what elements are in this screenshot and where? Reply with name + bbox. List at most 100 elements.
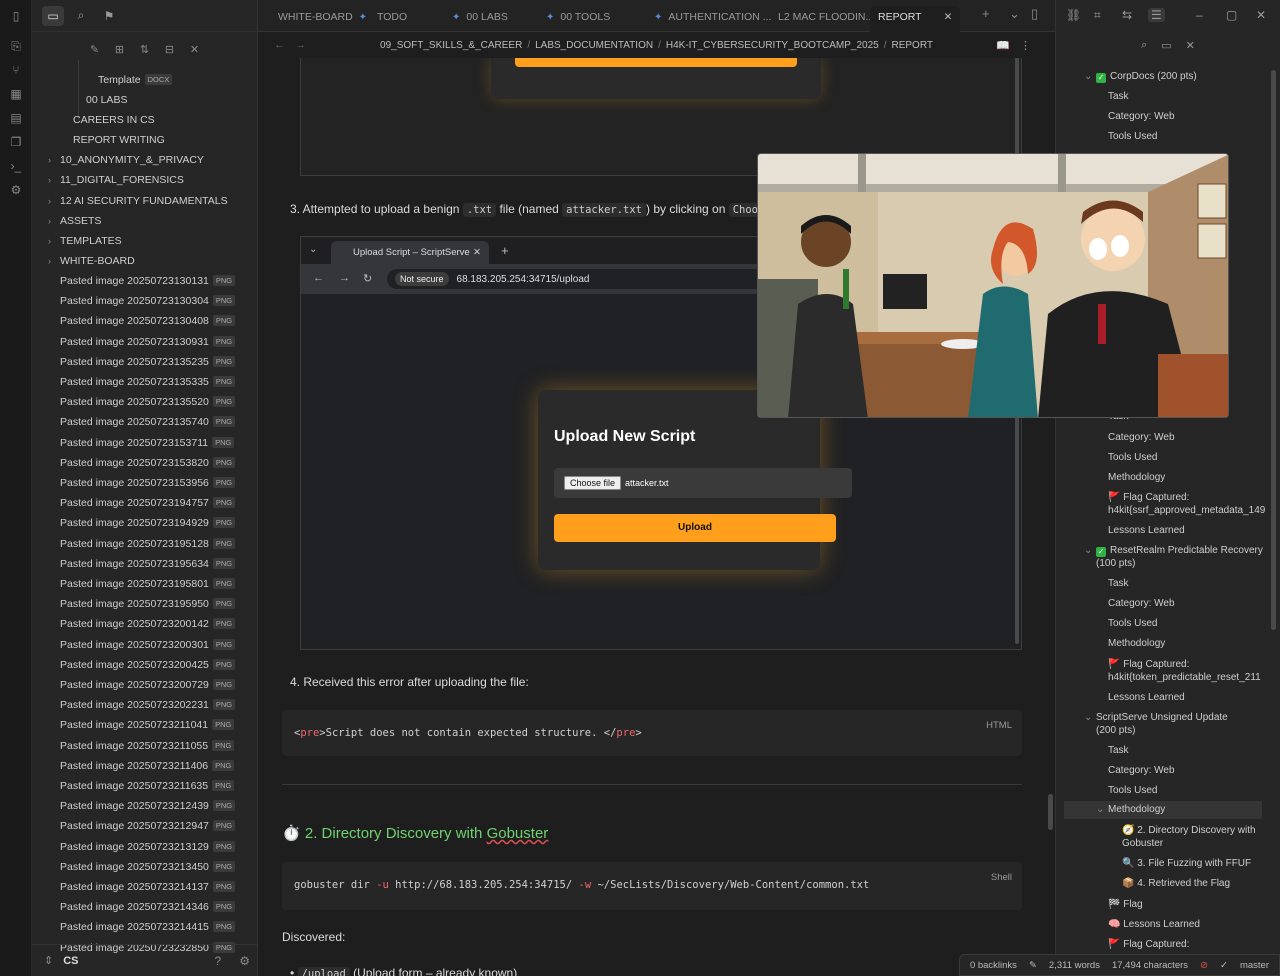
link-icon[interactable]: ⛓	[1066, 8, 1081, 22]
outline-item[interactable]: ⌄ Methodology	[1064, 801, 1262, 819]
outline-item[interactable]: Task	[1108, 744, 1129, 757]
sort-icon[interactable]: ⇅	[137, 43, 153, 56]
breadcrumb-item[interactable]: 09_SOFT_SKILLS_&_CAREER	[380, 40, 522, 51]
file-item[interactable]: Pasted image 20250723195801 PNG	[60, 574, 236, 594]
new-tab-icon[interactable]: +	[982, 6, 990, 21]
outline-item[interactable]: Category: Web	[1108, 431, 1175, 444]
code-block-shell[interactable]: Shell gobuster dir -u http://68.183.205.…	[282, 862, 1022, 910]
outline-item[interactable]: Lessons Learned	[1108, 524, 1185, 537]
file-item[interactable]: Pasted image 20250723194929 PNG	[60, 513, 236, 533]
breadcrumb-item[interactable]: H4K-IT_CYBERSECURITY_BOOTCAMP_2025	[666, 40, 879, 51]
file-item[interactable]: Pasted image 20250723211406 PNG	[60, 756, 235, 776]
outline-item[interactable]: h4kit{ssrf_approved_metadata_149	[1108, 504, 1265, 517]
outline-item[interactable]: Gobuster	[1122, 837, 1163, 850]
file-item[interactable]: Pasted image 20250723135740 PNG	[60, 412, 236, 432]
file-item[interactable]: Pasted image 20250723135235 PNG	[60, 352, 236, 372]
help-icon[interactable]: ?	[215, 954, 222, 968]
tree-item[interactable]: CAREERS IN CS	[73, 110, 155, 130]
file-item[interactable]: Pasted image 20250723200142 PNG	[60, 614, 236, 634]
file-item[interactable]: Pasted image 20250723212947 PNG	[60, 816, 236, 836]
backlinks-icon[interactable]: ⇆	[1122, 8, 1132, 22]
sidebar-toggle-icon[interactable]: ▯	[8, 8, 24, 24]
graph-icon[interactable]: ⑂	[8, 62, 24, 78]
file-item[interactable]: Pasted image 20250723200301 PNG	[60, 635, 236, 655]
outline-item[interactable]: 🔍 3. File Fuzzing with FFUF	[1122, 857, 1251, 870]
file-item[interactable]: Pasted image 20250723214346 PNG	[60, 897, 236, 917]
close-icon[interactable]: ✕	[187, 43, 203, 56]
search-icon[interactable]: ⌕	[70, 6, 92, 26]
tree-item[interactable]: › WHITE-BOARD	[48, 251, 135, 271]
terminal-icon[interactable]: ›_	[8, 158, 24, 174]
outline-item[interactable]: h4kit{token_predictable_reset_211	[1108, 671, 1261, 684]
file-item[interactable]: Pasted image 20250723212439 PNG	[60, 796, 236, 816]
tab-todo[interactable]: TODO	[377, 6, 407, 32]
file-item[interactable]: Pasted image 20250723200729 PNG	[60, 675, 236, 695]
file-item[interactable]: Pasted image 20250723200425 PNG	[60, 655, 236, 675]
breadcrumb-item[interactable]: REPORT	[891, 40, 933, 51]
outline-item[interactable]: Tools Used	[1108, 617, 1157, 630]
tree-item[interactable]: › 12 AI SECURITY FUNDAMENTALS	[48, 191, 228, 211]
tree-item[interactable]: › TEMPLATES	[48, 231, 122, 251]
outline-item[interactable]: Category: Web	[1108, 764, 1175, 777]
tree-item[interactable]: › 11_DIGITAL_FORENSICS	[48, 170, 184, 190]
minimize-icon[interactable]: –	[1196, 8, 1203, 22]
git-branch[interactable]: master	[1240, 960, 1269, 971]
outline-item[interactable]: 🚩 Flag Captured:	[1108, 938, 1189, 951]
close-icon[interactable]: ✕	[1186, 39, 1195, 52]
settings-icon[interactable]: ⚙	[239, 954, 250, 968]
outline-item[interactable]: 🧭 2. Directory Discovery with	[1122, 824, 1256, 837]
tab-00-tools[interactable]: ✦ 00 TOOLS	[546, 6, 610, 32]
tree-item[interactable]: 00 LABS	[86, 90, 127, 110]
file-item[interactable]: Pasted image 20250723195950 PNG	[60, 594, 236, 614]
sync-error-icon[interactable]: ⊘	[1200, 960, 1208, 971]
file-item[interactable]: Pasted image 20250723130131 PNG	[60, 271, 236, 291]
outline-item[interactable]: Tools Used	[1108, 130, 1157, 143]
vault-switcher[interactable]: ⇕ CS ? ⚙	[32, 944, 258, 976]
file-item[interactable]: Pasted image 20250723214415 PNG	[60, 917, 236, 937]
outline-item[interactable]: Task	[1108, 577, 1129, 590]
file-item[interactable]: Pasted image 20250723211635 PNG	[60, 776, 235, 796]
file-item[interactable]: Pasted image 20250723213129 PNG	[60, 837, 236, 857]
workflow-icon[interactable]: ⚙	[8, 182, 24, 198]
file-item[interactable]: Pasted image 20250723153956 PNG	[60, 473, 236, 493]
canvas-icon[interactable]: ▦	[8, 86, 24, 102]
file-item[interactable]: Pasted image 20250723153820 PNG	[60, 453, 236, 473]
outline-item[interactable]: Tools Used	[1108, 784, 1157, 797]
maximize-icon[interactable]: ▢	[1226, 8, 1237, 22]
calendar-icon[interactable]: ▤	[8, 110, 24, 126]
scrollbar[interactable]	[1271, 70, 1276, 630]
search-icon[interactable]: ⌕	[1141, 39, 1147, 52]
file-item[interactable]: Pasted image 20250723135520 PNG	[60, 392, 236, 412]
outline-item[interactable]: Tools Used	[1108, 451, 1157, 464]
file-item[interactable]: Pasted image 20250723213450 PNG	[60, 857, 236, 877]
copy-icon[interactable]: ❐	[8, 134, 24, 150]
nav-arrows-icon[interactable]: ←→	[274, 39, 316, 51]
tab-00-labs[interactable]: ✦ 00 LABS	[452, 6, 508, 32]
tree-item[interactable]: › 10_ANONYMITY_&_PRIVACY	[48, 150, 204, 170]
outline-item[interactable]: (200 pts)	[1096, 724, 1135, 737]
outline-item[interactable]: Methodology	[1108, 471, 1165, 484]
outline-item[interactable]: 🚩 Flag Captured:	[1108, 658, 1189, 671]
file-item[interactable]: Pasted image 20250723130408 PNG	[60, 311, 236, 331]
folder-icon[interactable]: ▭	[42, 5, 64, 26]
outline-item[interactable]: Methodology	[1108, 637, 1165, 650]
file-item[interactable]: Pasted image 20250723194757 PNG	[60, 493, 236, 513]
tab-report[interactable]: REPORT ✕	[870, 6, 961, 32]
split-view-icon[interactable]: ▯	[1031, 6, 1038, 22]
tab-list-icon[interactable]: ⌄	[1009, 6, 1020, 22]
tag-icon[interactable]: ⌗	[1094, 8, 1101, 23]
edit-icon[interactable]: ✎	[1029, 960, 1037, 971]
reading-view-icon[interactable]: 📖⋮	[996, 39, 1041, 52]
files-icon[interactable]: ⎘	[8, 38, 24, 54]
bookmark-icon[interactable]: ⚑	[98, 6, 120, 26]
code-block-html[interactable]: HTML <pre>Script does not contain expect…	[282, 710, 1022, 756]
collapse-icon[interactable]: ▭	[1161, 39, 1171, 52]
collapse-all-icon[interactable]: ⊟	[162, 43, 178, 56]
check-icon[interactable]: ✓	[1220, 960, 1228, 971]
file-item[interactable]: Pasted image 20250723214137 PNG	[60, 877, 236, 897]
outline-item[interactable]: Lessons Learned	[1108, 691, 1185, 704]
file-item[interactable]: Pasted image 20250723211055 PNG	[60, 736, 235, 756]
outline-item[interactable]: Category: Web	[1108, 597, 1175, 610]
file-item[interactable]: Pasted image 20250723153711 PNG	[60, 433, 235, 453]
tree-item[interactable]: Template DOCX	[98, 70, 173, 90]
